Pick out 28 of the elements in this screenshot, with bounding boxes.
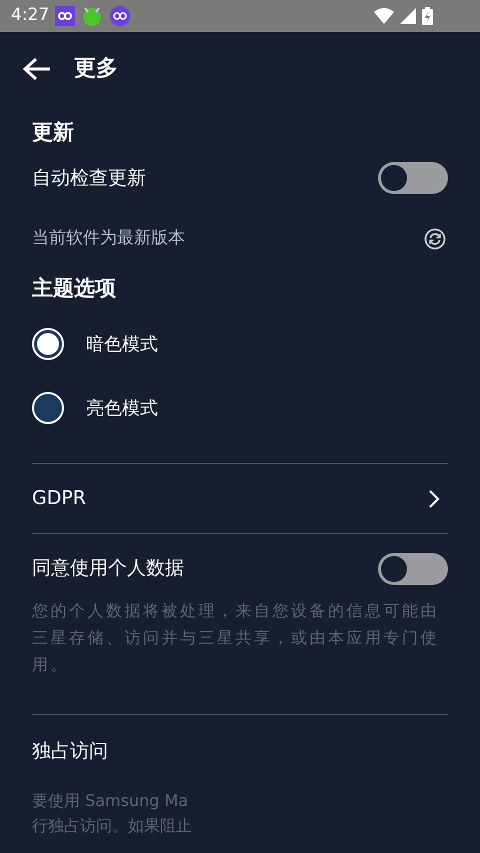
refresh-icon[interactable] xyxy=(424,228,446,250)
setting-label: 同意使用个人数据 xyxy=(32,556,184,582)
toggle-switch[interactable] xyxy=(378,162,448,194)
version-status: 当前软件为最新版本 xyxy=(32,227,185,250)
gdpr-row[interactable]: GDPR xyxy=(32,464,448,533)
setting-label: GDPR xyxy=(32,486,86,512)
toggle-switch[interactable] xyxy=(378,552,448,584)
setting-label: 独占访问 xyxy=(32,739,109,764)
setting-description: 您的个人数据将被处理，来自您设备的信息可能由三星存储、访问并与三星共享，或由本应用专门使用。 xyxy=(32,600,440,676)
back-arrow-icon[interactable] xyxy=(22,56,52,80)
status-time: 4:27 xyxy=(11,4,50,28)
section-heading: 更新 xyxy=(32,119,75,146)
radio-button[interactable] xyxy=(32,328,64,360)
wifi-icon xyxy=(374,8,394,24)
section-heading: 主题选项 xyxy=(32,275,117,302)
radio-label: 亮色模式 xyxy=(86,396,158,420)
robot-icon xyxy=(81,5,104,27)
description-line: 要使用 Samsung Ma xyxy=(32,790,190,812)
page-title: 更多 xyxy=(74,55,118,83)
app-icon xyxy=(55,6,76,26)
setting-label: 自动检查更新 xyxy=(32,166,146,191)
radio-label: 暗色模式 xyxy=(86,332,158,356)
app-icon xyxy=(109,5,132,27)
signal-icon xyxy=(400,8,416,24)
radio-button[interactable] xyxy=(32,392,64,424)
battery-icon xyxy=(422,7,433,25)
description-line: 行独占访问。如果阻止 xyxy=(32,814,193,836)
chevron-right-icon xyxy=(428,488,440,508)
